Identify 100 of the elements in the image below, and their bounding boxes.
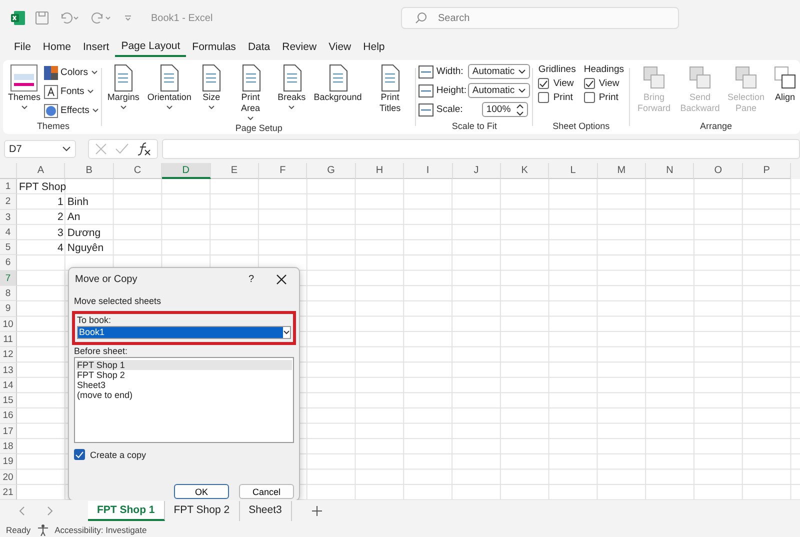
row-header[interactable]: 20 <box>0 470 17 485</box>
ribbon-field[interactable]: Automatic <box>468 83 530 98</box>
column-header[interactable]: J <box>452 163 501 179</box>
column-header[interactable]: G <box>307 163 356 179</box>
ribbon-field[interactable]: Automatic <box>468 64 530 79</box>
row-header[interactable]: 2 <box>0 194 17 210</box>
row-header[interactable]: 6 <box>0 255 17 271</box>
row-header[interactable]: 9 <box>0 301 17 317</box>
ribbon-small-button[interactable]: Colors <box>44 64 100 81</box>
formula-input[interactable] <box>162 139 800 159</box>
book-dropdown[interactable]: Book1 <box>77 326 291 339</box>
column-header[interactable]: M <box>598 163 646 179</box>
row-header[interactable]: 16 <box>0 408 17 424</box>
menu-tab[interactable]: Data <box>242 38 276 56</box>
ribbon-button[interactable]: Margins <box>104 62 142 112</box>
sheet-list-item[interactable]: (move to end) <box>76 390 292 400</box>
menu-tab[interactable]: Help <box>357 38 391 56</box>
ribbon-button[interactable]: Breaks <box>274 62 309 112</box>
option-title: Gridlines <box>538 64 576 75</box>
ribbon-button[interactable]: Print Area <box>228 62 273 123</box>
undo-icon[interactable] <box>59 11 81 25</box>
sheet-list-item[interactable]: FPT Shop 2 <box>76 370 292 380</box>
customize-icon[interactable] <box>123 13 133 23</box>
chevron-left-icon[interactable] <box>18 506 26 516</box>
row-header[interactable]: 4 <box>0 224 17 240</box>
row-header[interactable]: 8 <box>0 286 17 302</box>
select-all-corner[interactable] <box>0 163 17 179</box>
ribbon-button[interactable]: Orientation <box>144 62 194 112</box>
option-checkbox[interactable]: View <box>584 78 624 89</box>
accessibility-icon[interactable] <box>36 524 49 536</box>
ribbon-field[interactable]: 100% <box>482 102 528 117</box>
accessibility-status[interactable]: Accessibility: Investigate <box>54 524 147 534</box>
column-header[interactable]: H <box>356 163 404 179</box>
row-header[interactable]: 3 <box>0 210 17 225</box>
name-box[interactable]: D7 <box>4 140 76 158</box>
column-header[interactable]: N <box>646 163 694 179</box>
ribbon-button[interactable]: Background <box>310 62 365 105</box>
ribbon-button[interactable]: Print Titles <box>366 62 414 116</box>
menu-tab[interactable]: Page Layout <box>115 37 186 57</box>
option-checkbox[interactable]: View <box>538 78 576 89</box>
column-header[interactable]: O <box>694 163 743 179</box>
row-header[interactable]: 19 <box>0 454 17 470</box>
row-header[interactable]: 5 <box>0 240 17 256</box>
menu-tab[interactable]: Insert <box>76 38 116 56</box>
menu-tab[interactable]: View <box>322 38 358 56</box>
row-header[interactable]: 10 <box>0 316 17 332</box>
option-checkbox[interactable]: Print <box>538 92 576 103</box>
redo-icon[interactable] <box>91 11 113 25</box>
column-header[interactable]: P <box>742 163 792 179</box>
ribbon-small-button[interactable]: Fonts <box>44 83 100 100</box>
search-field[interactable]: Search <box>401 7 679 29</box>
row-header[interactable]: 13 <box>0 362 17 378</box>
column-header[interactable]: E <box>210 163 259 179</box>
column-header[interactable]: B <box>65 163 114 179</box>
row-header[interactable]: 7 <box>0 270 17 286</box>
sheet-tab[interactable]: FPT Shop 2 <box>164 501 240 521</box>
table-cell: Nguyên <box>67 242 104 254</box>
row-header[interactable]: 1 <box>0 179 17 194</box>
column-header[interactable]: C <box>114 163 162 179</box>
chevron-down-icon <box>283 330 290 335</box>
row-header[interactable]: 15 <box>0 393 17 408</box>
chevron-down-icon <box>288 105 296 110</box>
close-icon[interactable] <box>276 274 287 284</box>
cancel-icon[interactable] <box>95 143 107 155</box>
sheet-tab[interactable]: Sheet3 <box>240 501 292 521</box>
plus-icon[interactable] <box>312 506 322 516</box>
menu-tab[interactable]: File <box>8 38 37 56</box>
row-header[interactable]: 17 <box>0 424 17 440</box>
dialog-button[interactable]: OK <box>174 484 229 499</box>
sheet-tab[interactable]: FPT Shop 1 <box>88 501 165 521</box>
copy-checkbox[interactable]: Create a copy <box>74 449 294 460</box>
option-checkbox[interactable]: Print <box>584 92 624 103</box>
column-header[interactable]: L <box>549 163 598 179</box>
window-title: Book1 - Excel <box>151 12 214 24</box>
ribbon-small-button[interactable]: Effects <box>44 102 100 119</box>
confirm-icon[interactable] <box>115 143 129 155</box>
dialog-button[interactable]: Cancel <box>239 484 294 499</box>
ribbon-button[interactable]: Align <box>770 62 800 105</box>
dialog-subtitle: Move selected sheets <box>74 296 162 306</box>
row-header[interactable]: 18 <box>0 439 17 454</box>
themes-button[interactable]: Themes <box>7 62 42 112</box>
ribbon-button[interactable]: Size <box>196 62 226 112</box>
column-header[interactable]: D <box>162 163 211 179</box>
column-header[interactable]: A <box>17 163 66 179</box>
save-icon[interactable] <box>35 11 49 25</box>
column-header[interactable]: I <box>404 163 453 179</box>
column-header[interactable]: K <box>500 163 550 179</box>
row-header[interactable]: 14 <box>0 378 17 394</box>
menu-tab[interactable]: Home <box>36 38 77 56</box>
row-header[interactable]: 11 <box>0 332 17 348</box>
row-header[interactable]: 12 <box>0 347 17 363</box>
sheet-list-item[interactable]: Sheet3 <box>76 380 292 390</box>
menu-tab[interactable]: Formulas <box>186 38 242 56</box>
help-button[interactable]: ? <box>248 274 254 284</box>
menu-tab[interactable]: Review <box>276 38 323 56</box>
function-icon[interactable] <box>137 142 151 156</box>
sheet-list-item[interactable]: FPT Shop 1 <box>76 360 292 370</box>
row-header[interactable]: 21 <box>0 484 17 500</box>
column-header[interactable]: F <box>258 163 308 179</box>
chevron-right-icon[interactable] <box>46 506 54 516</box>
